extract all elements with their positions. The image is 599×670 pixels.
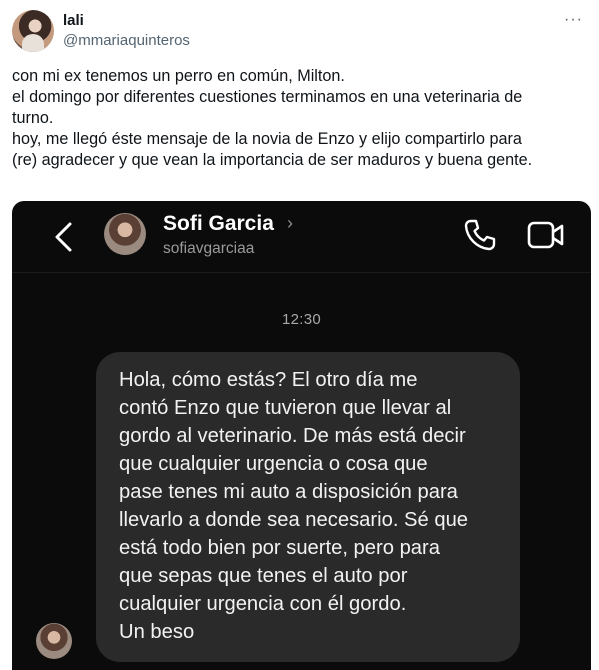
tweet-text-line: con mi ex tenemos un perro en común, Mil… xyxy=(12,67,345,85)
message-line: está todo bien por suerte, pero para xyxy=(119,537,440,559)
message-line: llevarlo a donde sea necesario. Sé que xyxy=(119,509,469,531)
tweet-text-line: el domingo por diferentes cuestiones ter… xyxy=(12,88,523,106)
dm-header: Sofi Garcia › sofiavgarciaa xyxy=(12,201,591,273)
video-camera-icon[interactable] xyxy=(527,220,565,250)
tweet-header: lali @mmariaquinteros ··· xyxy=(12,10,587,54)
contact-avatar[interactable] xyxy=(104,213,146,255)
phone-icon[interactable] xyxy=(463,218,497,252)
back-arrow-icon[interactable] xyxy=(50,221,78,253)
tweet-text-line: turno. xyxy=(12,109,54,127)
message-line: Hola, cómo estás? El otro día me xyxy=(119,369,418,391)
message-line: cualquier urgencia con él gordo. xyxy=(119,593,407,615)
message-bubble[interactable]: Hola, cómo estás? El otro día me contó E… xyxy=(96,352,520,662)
message-line: contó Enzo que tuvieron que llevar al xyxy=(119,397,452,419)
author-display-name[interactable]: lali xyxy=(63,12,84,29)
message-line: Un beso xyxy=(119,621,195,643)
tweet-text: con mi ex tenemos un perro en común, Mil… xyxy=(12,66,587,171)
chevron-right-icon[interactable]: › xyxy=(287,213,293,234)
message-timestamp: 12:30 xyxy=(281,311,322,328)
author-avatar[interactable] xyxy=(12,10,54,52)
tweet-media-dm-screenshot[interactable]: Sofi Garcia › sofiavgarciaa 12:30 Hola, … xyxy=(12,201,591,670)
more-horizontal-icon[interactable]: ··· xyxy=(564,12,583,28)
contact-name[interactable]: Sofi Garcia xyxy=(163,212,274,236)
tweet-text-line: hoy, me llegó éste mensaje de la novia d… xyxy=(12,130,522,148)
message-line: que sepas que tenes el auto por xyxy=(119,565,408,587)
message-line: pase tenes mi auto a disposición para xyxy=(119,481,458,503)
message-line: que cualquier urgencia o cosa que xyxy=(119,453,428,475)
contact-username: sofiavgarciaa xyxy=(163,240,255,257)
author-handle[interactable]: @mmariaquinteros xyxy=(63,32,190,49)
sender-avatar[interactable] xyxy=(36,623,72,659)
message-line: gordo al veterinario. De más está decir xyxy=(119,425,466,447)
tweet-text-line: (re) agradecer y que vean la importancia… xyxy=(12,151,533,169)
